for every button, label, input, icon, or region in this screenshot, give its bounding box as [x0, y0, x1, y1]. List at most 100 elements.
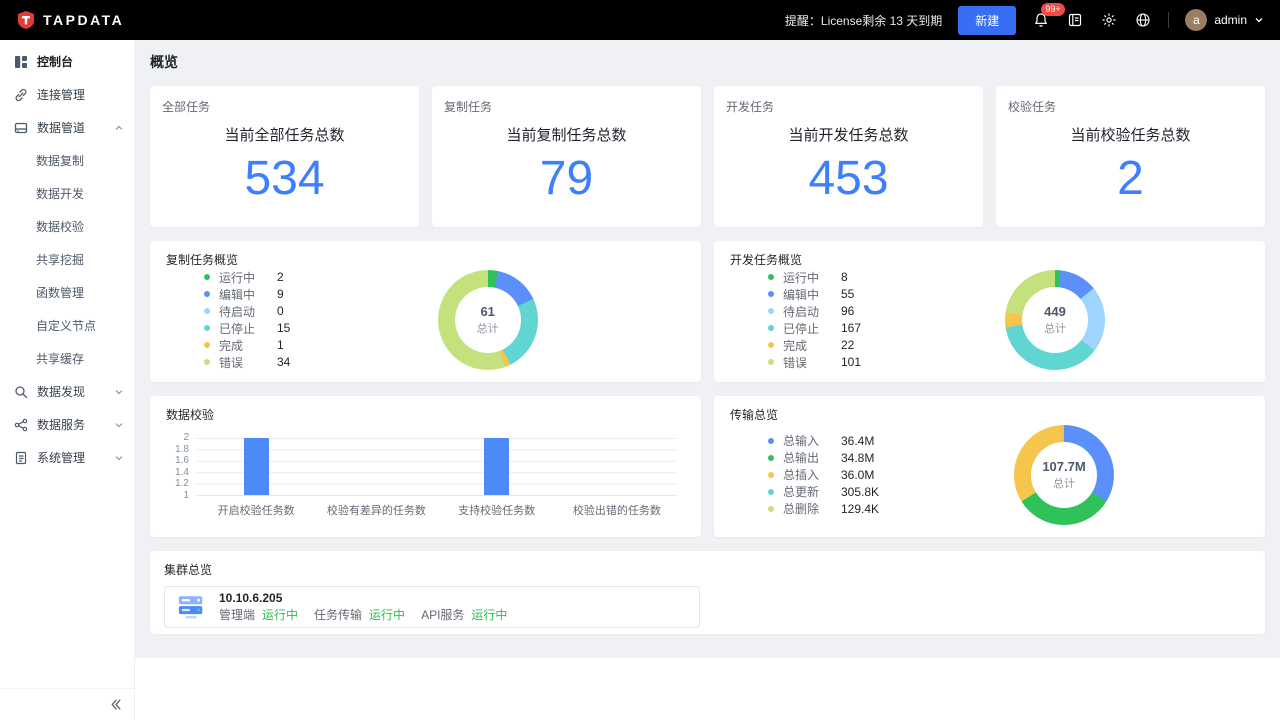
stat-title: 当前全部任务总数: [224, 127, 345, 144]
dashboard-icon: [14, 55, 28, 69]
stat-value: 2: [1117, 152, 1144, 205]
donut-total-label: 总计: [1053, 477, 1076, 490]
legend-label: 已停止: [783, 321, 820, 336]
legend-label: 完成: [783, 338, 808, 353]
sidebar-subitem-custom-node[interactable]: 自定义节点: [0, 309, 134, 342]
chevron-down-icon: [114, 453, 124, 463]
legend-item: 已停止 15: [204, 320, 290, 337]
legend-value: 34.8M: [841, 450, 875, 465]
plot-area: [196, 438, 677, 496]
legend-item: 待启动 96: [768, 303, 861, 320]
legend-value: 167: [841, 321, 862, 335]
notification-badge: 99+: [1041, 3, 1065, 16]
bar-supported-verification: [484, 438, 510, 495]
stat-card-all-tasks: 全部任务 当前全部任务总数 534: [150, 86, 419, 227]
y-tick: 1: [183, 489, 189, 501]
connection-icon: [14, 88, 28, 102]
sidebar-subitem-function-management[interactable]: 函数管理: [0, 276, 134, 309]
data-verification-card: 数据校验 2 1.8 1.6 1.4 1.2 1 开启校验任务数 校验有差异的任…: [150, 396, 701, 537]
sidebar-subitem-shared-mining[interactable]: 共享挖掘: [0, 243, 134, 276]
legend-item: 运行中 8: [768, 269, 861, 286]
legend-label: 运行中: [219, 270, 256, 285]
legend-dot: [204, 342, 210, 348]
stat-title: 当前开发任务总数: [788, 127, 909, 144]
sidebar-item-connections[interactable]: 连接管理: [0, 78, 134, 111]
legend-label: 总输出: [783, 451, 820, 465]
server-icon: [177, 594, 207, 621]
legend-item: 总更新 305.8K: [768, 483, 879, 500]
service-status: 运行中: [369, 608, 406, 622]
stat-value: 534: [244, 152, 325, 205]
legend-label: 总删除: [783, 502, 820, 516]
legend-item: 待启动 0: [204, 303, 290, 320]
stat-tag: 复制任务: [444, 100, 493, 114]
stat-card-development-tasks: 开发任务 当前开发任务总数 453: [714, 86, 983, 227]
legend-item: 运行中 2: [204, 269, 290, 286]
sidebar-subitem-data-verification[interactable]: 数据校验: [0, 210, 134, 243]
y-tick: 1.6: [175, 455, 189, 467]
transfer-overview-card: 传输总览 总输入 36.4M 总输出 34.8M 总插入 36.0M 总更新 305.8…: [714, 396, 1265, 537]
legend-item: 总插入 36.0M: [768, 466, 879, 483]
tapdata-shield-icon: [16, 10, 36, 30]
sidebar-subitem-data-development[interactable]: 数据开发: [0, 177, 134, 210]
legend-value: 96: [841, 304, 855, 318]
sidebar-subitem-shared-cache[interactable]: 共享缓存: [0, 342, 134, 375]
user-menu[interactable]: a admin: [1185, 9, 1264, 31]
legend-item: 完成 22: [768, 337, 861, 354]
metrics-row: 数据校验 2 1.8 1.6 1.4 1.2 1 开启校验任务数 校验有差异的任…: [150, 396, 1265, 537]
legend-value: 129.4K: [841, 501, 880, 516]
cluster-overview-card: 集群总览 10.10.6.205 管理端 运行中 任务传输 运行中 API服务 运行中: [150, 551, 1265, 634]
legend-label: 已停止: [219, 321, 256, 336]
sidebar-item-data-discovery[interactable]: 数据发现: [0, 375, 134, 408]
language-button[interactable]: [1134, 11, 1152, 29]
y-tick: 1.2: [175, 478, 189, 490]
license-notice: 提醒：License剩余 13 天到期: [784, 13, 943, 28]
legend-value: 15: [277, 321, 291, 335]
stat-tag: 全部任务: [162, 100, 211, 114]
sidebar-item-pipelines[interactable]: 数据管道: [0, 111, 134, 144]
service-status: 运行中: [262, 608, 299, 622]
x-label: 校验有差异的任务数: [326, 505, 426, 517]
sidebar-collapse-button[interactable]: [109, 698, 122, 711]
card-title: 复制任务概览: [166, 253, 239, 267]
settings-button[interactable]: [1100, 11, 1118, 29]
verification-bar-chart: 2 1.8 1.6 1.4 1.2 1 开启校验任务数 校验有差异的任务数 支持…: [166, 433, 685, 518]
chevron-down-icon: [114, 420, 124, 430]
docs-button[interactable]: [1066, 11, 1084, 29]
x-label: 开启校验任务数: [217, 505, 295, 517]
legend-label: 编辑中: [219, 287, 256, 302]
notification-bell-button[interactable]: 99+: [1032, 3, 1065, 29]
transfer-donut-chart: 107.7M 总计: [1014, 424, 1115, 525]
chart-legend: 运行中 2 编辑中 9 待启动 0 已停止 15 完成 1 错误 34: [204, 269, 290, 371]
replication-donut-chart: 61 总计: [437, 269, 538, 370]
legend-dot: [204, 359, 210, 365]
stat-tag: 开发任务: [726, 100, 775, 114]
donut-total: 107.7M: [1042, 458, 1086, 474]
sidebar-item-data-services[interactable]: 数据服务: [0, 408, 134, 441]
sidebar-item-system-management[interactable]: 系统管理: [0, 441, 134, 474]
legend-label: 错误: [783, 355, 808, 370]
legend-label: 待启动: [219, 304, 256, 319]
new-button[interactable]: 新建: [958, 5, 1017, 35]
donut-center: 61 总计: [454, 286, 521, 353]
legend-dot: [768, 291, 774, 297]
task-overview-row: 复制任务概览 运行中 2 编辑中 9 待启动 0 已停止 15 完成 1 错误 34 61: [150, 241, 1265, 382]
chevron-down-icon: [114, 387, 124, 397]
top-navbar: TAPDATA 提醒：License剩余 13 天到期 新建 99+ a adm…: [0, 0, 1280, 40]
donut-center: 449 总计: [1022, 286, 1089, 353]
legend-label: 待启动: [783, 304, 820, 319]
legend-dot: [768, 359, 774, 365]
chart-legend: 总输入 36.4M 总输出 34.8M 总插入 36.0M 总更新 305.8K 总删除…: [768, 432, 879, 517]
donut-total: 61: [480, 303, 495, 319]
service-name: API服务: [421, 608, 465, 622]
tapdata-logo[interactable]: TAPDATA: [16, 10, 124, 30]
docs-icon: [1067, 12, 1083, 28]
avatar: a: [1185, 9, 1208, 31]
sidebar-item-console[interactable]: 控制台: [0, 45, 134, 78]
donut-center: 107.7M 总计: [1031, 441, 1098, 508]
cluster-services: 管理端 运行中 任务传输 运行中 API服务 运行中: [219, 608, 507, 623]
sidebar-subitem-data-replication[interactable]: 数据复制: [0, 144, 134, 177]
chevron-down-icon: [1254, 15, 1264, 25]
donut-total: 449: [1044, 303, 1066, 319]
cluster-host: 10.10.6.205: [219, 591, 283, 605]
